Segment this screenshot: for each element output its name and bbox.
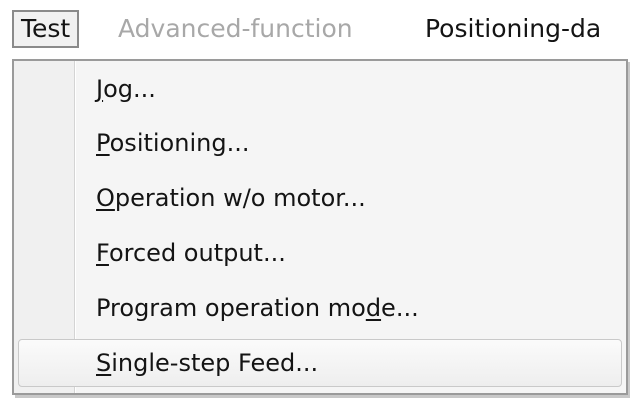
menu-item-program-operation-mode[interactable]: Program operation mode... bbox=[96, 282, 419, 334]
menu-test[interactable]: Test bbox=[12, 10, 80, 48]
menu-item-forced-output[interactable]: Forced output... bbox=[96, 227, 286, 279]
menu-item-text: Program operation mo bbox=[96, 294, 366, 322]
menu-item-text: ingle-step Feed... bbox=[111, 349, 319, 377]
menu-item-single-step-feed[interactable]: Single-step Feed... bbox=[96, 337, 318, 389]
menu-positioning-data[interactable]: Positioning-da bbox=[425, 10, 601, 48]
menu-item-text: ositioning... bbox=[109, 129, 250, 157]
menu-item-mnemonic: F bbox=[96, 239, 109, 267]
menu-item-mnemonic: P bbox=[96, 129, 110, 157]
menu-item-mnemonic: S bbox=[96, 349, 112, 377]
menu-item-text: og... bbox=[103, 75, 156, 103]
menu-item-text: peration w/o motor... bbox=[114, 184, 366, 212]
test-dropdown-menu: Jog... Positioning... Operation w/o moto… bbox=[12, 59, 628, 395]
menu-item-text: e... bbox=[381, 294, 419, 322]
menu-item-jog[interactable]: Jog... bbox=[96, 63, 156, 115]
menu-bar: Test Advanced-function Positioning-da bbox=[0, 0, 630, 60]
menu-advanced-function[interactable]: Advanced-function bbox=[118, 10, 353, 48]
menu-item-positioning[interactable]: Positioning... bbox=[96, 117, 249, 169]
menu-item-mnemonic: O bbox=[96, 184, 115, 212]
menu-item-text: orced output... bbox=[108, 239, 286, 267]
menu-item-mnemonic: d bbox=[365, 294, 382, 322]
menu-item-operation-without-motor[interactable]: Operation w/o motor... bbox=[96, 172, 366, 224]
